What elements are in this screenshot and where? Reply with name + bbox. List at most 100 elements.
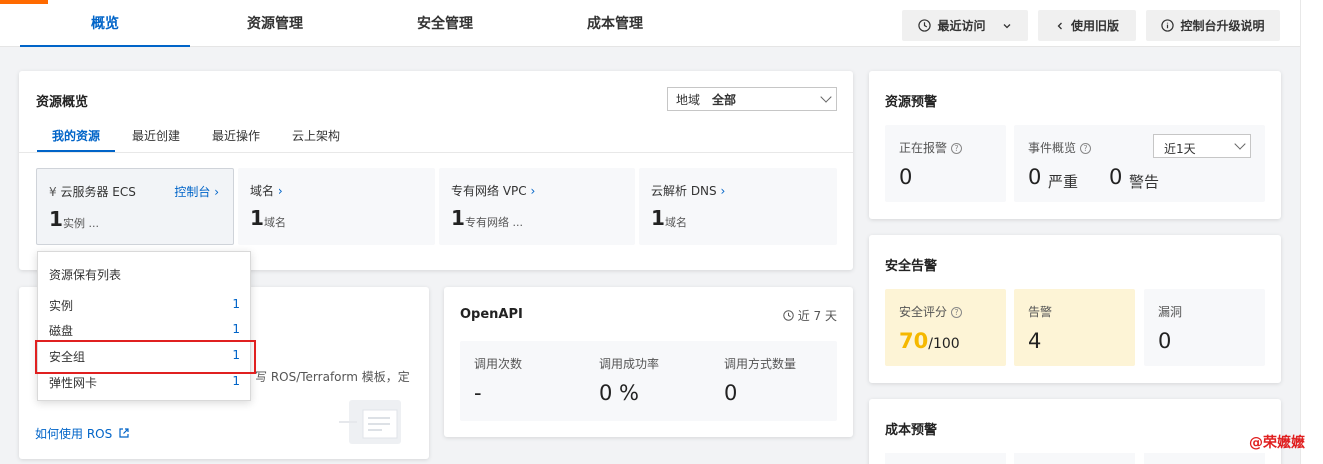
- subtab-cloud-architecture[interactable]: 云上架构: [292, 127, 340, 144]
- severe-value: 0: [1028, 165, 1042, 189]
- help-icon[interactable]: ?: [951, 143, 963, 154]
- metric-label: 正在报警?: [899, 139, 963, 156]
- metric-label: 事件概览?: [1028, 139, 1092, 156]
- warning-value: 0: [1109, 165, 1123, 189]
- empty-folder-illustration: [339, 400, 401, 444]
- resource-name: 云解析 DNS ›: [651, 182, 725, 199]
- item-count: 1: [232, 322, 240, 336]
- resource-alerts-card: 资源预警 正在报警? 0 事件概览? 近1天 0 严重 0 警告: [869, 71, 1281, 219]
- help-icon[interactable]: ?: [1080, 143, 1092, 154]
- item-label: 弹性网卡: [49, 376, 98, 390]
- resource-name: 专有网络 VPC ›: [451, 182, 535, 199]
- tab-security-management[interactable]: 安全管理: [360, 0, 530, 47]
- console-upgrade-info-label: 控制台升级说明: [1180, 19, 1265, 33]
- recent-visits-label: 最近访问: [937, 19, 986, 33]
- resource-count: 1: [250, 206, 264, 230]
- clock-icon: [783, 310, 794, 321]
- resource-unit: 域名: [264, 216, 286, 229]
- metric-label: 安全评分?: [899, 303, 963, 320]
- metric-value: -: [474, 381, 482, 405]
- metric-value: 0: [899, 165, 913, 189]
- resource-unit: 专有网络 ...: [465, 216, 523, 229]
- console-upgrade-info-button[interactable]: 控制台升级说明: [1146, 10, 1280, 41]
- tab-resource-management[interactable]: 资源管理: [190, 0, 360, 47]
- use-old-version-button[interactable]: 使用旧版: [1038, 10, 1136, 41]
- security-alerts-title: 安全告警: [885, 259, 938, 274]
- cost-alerts-card: 成本预警: [869, 399, 1281, 464]
- chevron-left-icon: [1057, 22, 1062, 29]
- resource-unit: 域名: [665, 216, 687, 229]
- chevron-down-icon: [1003, 23, 1010, 28]
- watermark: @荣嬷嬷: [1249, 435, 1305, 451]
- subtab-my-resources[interactable]: 我的资源: [52, 127, 100, 144]
- region-value: 全部: [712, 92, 737, 107]
- openapi-card: OpenAPI 近 7 天 调用次数 - 调用成功率 0 % 调用方式数量 0: [444, 287, 853, 437]
- how-to-use-ros-link[interactable]: 如何使用 ROS: [35, 425, 130, 442]
- resource-tile-domain[interactable]: 域名 › 1 域名: [238, 168, 435, 245]
- cost-tile: [1144, 453, 1265, 464]
- metric-value: 0: [724, 381, 738, 405]
- resource-tile-vpc[interactable]: 专有网络 VPC › 1 专有网络 ...: [439, 168, 635, 245]
- resource-name: 域名 ›: [250, 182, 283, 199]
- firing-alerts-tile[interactable]: 正在报警? 0: [885, 125, 1006, 202]
- item-label: 实例: [49, 299, 74, 313]
- metric-label: 告警: [1028, 305, 1053, 319]
- resource-name-text: 云服务器 ECS: [60, 185, 136, 199]
- tab-cost-management[interactable]: 成本管理: [530, 0, 700, 47]
- chevron-right-icon: ›: [720, 184, 726, 198]
- resource-name-text: 专有网络 VPC: [451, 184, 527, 198]
- highlight-box: [35, 340, 256, 374]
- event-overview-tile: 事件概览? 近1天 0 严重 0 警告: [1014, 125, 1265, 202]
- cost-tile: [885, 453, 1006, 464]
- page-scrollbar[interactable]: [1300, 0, 1323, 464]
- chevron-down-icon: [1234, 138, 1246, 150]
- alarm-tile[interactable]: 告警 4: [1014, 289, 1135, 366]
- ros-description: 写 ROS/Terraform 模板，定: [255, 370, 410, 384]
- cost-tile: [1014, 453, 1135, 464]
- metric-label: 调用次数: [474, 357, 523, 371]
- subtab-recent-operations[interactable]: 最近操作: [212, 127, 260, 144]
- resource-overview-title: 资源概览: [36, 95, 89, 110]
- period-select[interactable]: 近1天: [1153, 134, 1251, 158]
- how-to-use-ros-label: 如何使用 ROS: [35, 427, 113, 441]
- events-label: 事件概览: [1028, 141, 1077, 155]
- metric-label: 调用成功率: [599, 357, 660, 371]
- help-icon[interactable]: ?: [951, 307, 963, 318]
- region-select[interactable]: 地域 全部: [667, 87, 837, 111]
- recent-visits-button[interactable]: 最近访问: [902, 10, 1028, 41]
- score-value: 70/100: [899, 329, 960, 353]
- item-count: 1: [232, 374, 240, 388]
- vulnerability-tile[interactable]: 漏洞 0: [1144, 289, 1265, 366]
- dropdown-item-instance[interactable]: 实例 1: [38, 292, 252, 316]
- resource-tile-ecs[interactable]: ¥ 云服务器 ECS 控制台 › 1 实例 ...: [36, 168, 234, 245]
- tab-overview[interactable]: 概览: [20, 0, 190, 47]
- cost-alerts-title: 成本预警: [885, 423, 938, 438]
- openapi-period: 近 7 天: [783, 307, 837, 324]
- external-link-icon: [119, 428, 129, 438]
- score-label: 安全评分: [899, 305, 948, 319]
- openapi-metrics: 调用次数 - 调用成功率 0 % 调用方式数量 0: [460, 341, 837, 421]
- item-label: 磁盘: [49, 324, 74, 338]
- resource-unit: 实例 ...: [63, 217, 99, 230]
- console-link[interactable]: 控制台 ›: [174, 183, 219, 200]
- score-number: 70: [899, 329, 929, 353]
- info-icon: [1161, 19, 1175, 32]
- region-label: 地域: [676, 92, 701, 107]
- resource-tile-dns[interactable]: 云解析 DNS › 1 域名: [639, 168, 837, 245]
- resource-name: ¥ 云服务器 ECS: [49, 183, 136, 200]
- dropdown-item-disk[interactable]: 磁盘 1: [38, 317, 252, 341]
- console-link-label: 控制台: [174, 185, 211, 199]
- subtab-recent-created[interactable]: 最近创建: [132, 127, 180, 144]
- dropdown-title: 资源保有列表: [49, 268, 122, 282]
- chevron-right-icon: ›: [277, 184, 283, 198]
- security-alerts-card: 安全告警 安全评分? 70/100 告警 4 漏洞 0: [869, 235, 1281, 383]
- resource-name-text: 云解析 DNS: [651, 184, 717, 198]
- resource-count: 1: [451, 206, 465, 230]
- chevron-right-icon: ›: [530, 184, 536, 198]
- security-score-tile[interactable]: 安全评分? 70/100: [885, 289, 1006, 366]
- chevron-right-icon: ›: [214, 185, 219, 199]
- divider: [19, 152, 853, 153]
- severe-label: 严重: [1048, 173, 1079, 191]
- period-value: 近1天: [1164, 142, 1196, 156]
- resource-holding-dropdown: 资源保有列表 实例 1 磁盘 1 安全组 1 弹性网卡 1: [37, 251, 251, 401]
